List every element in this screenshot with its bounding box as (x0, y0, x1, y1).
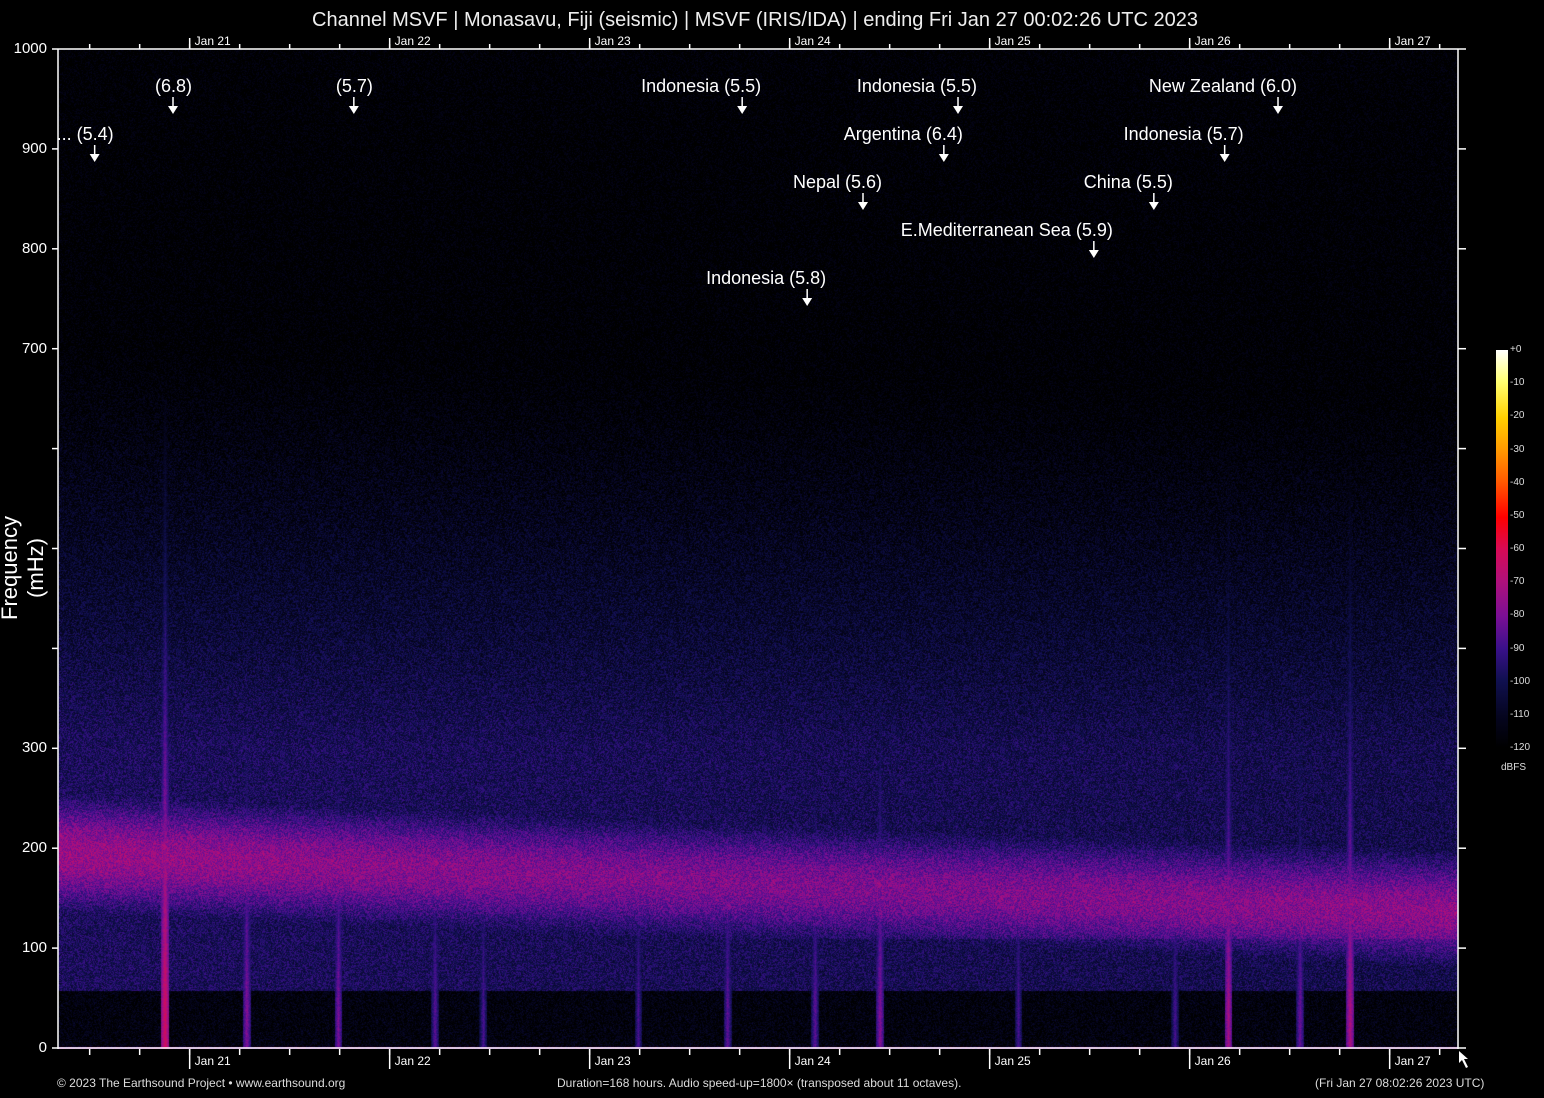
event-annotation: New Zealand (6.0) (1148, 76, 1297, 96)
colorbar-tick-label: -80 (1510, 609, 1525, 621)
x-day-label-top: Jan 25 (994, 34, 1031, 48)
end-time-arrow-icon (1459, 1051, 1468, 1068)
x-day-label-top: Jan 22 (394, 34, 431, 48)
y-axis-label: Frequency (mHz) (0, 516, 48, 620)
event-annotation: (6.8) (154, 76, 192, 96)
x-day-label-bottom: Jan 24 (794, 1054, 831, 1068)
colorbar-tick-label: -70 (1510, 576, 1525, 588)
event-annotation: ... (5.4) (56, 124, 114, 144)
chart-title: Channel MSVF | Monasavu, Fiji (seismic) … (312, 9, 1198, 31)
footer-timestamp: (Fri Jan 27 08:02:26 2023 UTC) (1315, 1076, 1485, 1090)
event-annotation: Indonesia (5.8) (706, 268, 827, 288)
colorbar-tick-label: +0 (1510, 344, 1522, 355)
y-tick-label: 700 (21, 339, 47, 357)
colorbar-tick-label: -50 (1510, 509, 1525, 521)
x-day-label-top: Jan 23 (594, 34, 631, 48)
x-day-label-top: Jan 26 (1194, 34, 1231, 48)
y-tick-label: 100 (21, 939, 47, 957)
x-day-label-top: Jan 21 (194, 34, 231, 48)
x-day-label-bottom: Jan 22 (394, 1054, 431, 1068)
colorbar (1496, 350, 1508, 748)
spectrogram-plot (58, 49, 1458, 1049)
event-annotation: E.Mediterranean Sea (5.9) (900, 220, 1113, 240)
x-day-label-bottom: Jan 26 (1194, 1054, 1231, 1068)
colorbar-unit: dBFS (1501, 762, 1527, 773)
event-annotation: Argentina (6.4) (843, 124, 963, 144)
x-day-label-top: Jan 24 (794, 34, 831, 48)
spectrogram-heatmap (58, 49, 1458, 1049)
colorbar-tick-label: -100 (1510, 675, 1531, 687)
footer-duration: Duration=168 hours. Audio speed-up=1800×… (557, 1076, 962, 1090)
x-day-label-bottom: Jan 27 (1394, 1054, 1431, 1068)
x-day-label-bottom: Jan 25 (994, 1054, 1031, 1068)
y-tick-label: 900 (21, 139, 47, 157)
colorbar-tick-label: -90 (1510, 642, 1525, 654)
event-annotation: China (5.5) (1083, 172, 1173, 192)
y-tick-label: 200 (21, 839, 47, 857)
x-day-label-top: Jan 27 (1394, 34, 1431, 48)
y-tick-label: 800 (21, 239, 47, 257)
footer-copyright: © 2023 The Earthsound Project • www.eart… (57, 1076, 346, 1090)
colorbar-tick-label: -110 (1510, 708, 1530, 720)
y-tick-label: 0 (38, 1039, 47, 1056)
colorbar-tick-label: -60 (1510, 543, 1525, 554)
y-tick-label: 1000 (13, 40, 47, 57)
colorbar-tick-label: -10 (1510, 377, 1525, 389)
y-tick-label: 300 (21, 739, 47, 757)
x-day-label-bottom: Jan 21 (194, 1054, 231, 1068)
colorbar-tick-label: -40 (1510, 476, 1525, 488)
event-annotation: Indonesia (5.5) (856, 76, 977, 96)
colorbar-tick-label: -120 (1510, 742, 1531, 753)
event-annotation: Indonesia (5.7) (1123, 124, 1244, 144)
event-annotation: Nepal (5.6) (792, 172, 882, 192)
event-annotation: Indonesia (5.5) (641, 76, 762, 96)
event-annotation: (5.7) (335, 76, 373, 96)
x-day-label-bottom: Jan 23 (594, 1054, 631, 1068)
colorbar-tick-label: -20 (1510, 410, 1525, 422)
colorbar-tick-label: -30 (1510, 443, 1525, 455)
